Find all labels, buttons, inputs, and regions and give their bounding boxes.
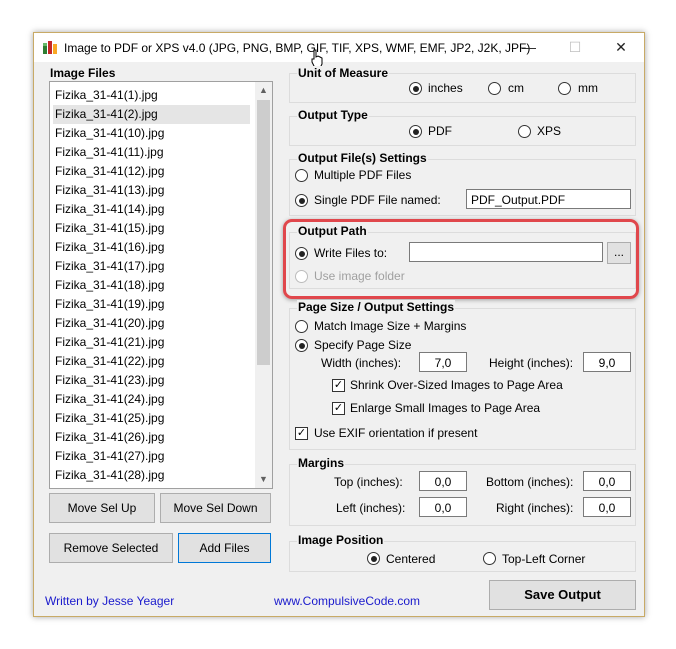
multiple-pdf-label: Multiple PDF Files	[314, 168, 412, 182]
image-files-list[interactable]: Fizika_31-41(1).jpg Fizika_31-41(2).jpg Fi…	[49, 81, 273, 489]
xps-label: XPS	[537, 124, 562, 138]
list-item[interactable]: Fizika_31-41(18).jpg	[55, 276, 164, 295]
exif-checkbox[interactable]: ✓	[295, 427, 308, 440]
move-sel-up-button[interactable]: Move Sel Up	[49, 493, 155, 523]
inches-label: inches	[428, 81, 463, 95]
radio-mm[interactable]	[558, 82, 571, 95]
right-margin-field[interactable]: 0,0	[583, 497, 631, 517]
height-label: Height (inches):	[489, 356, 574, 370]
list-item[interactable]: Fizika_31-41(26).jpg	[55, 428, 164, 447]
add-files-button[interactable]: Add Files	[178, 533, 271, 563]
list-item[interactable]: Fizika_31-41(16).jpg	[55, 238, 164, 257]
list-item[interactable]: Fizika_31-41(19).jpg	[55, 295, 164, 314]
width-label: Width (inches):	[321, 356, 402, 370]
remove-selected-button[interactable]: Remove Selected	[49, 533, 173, 563]
radio-pdf[interactable]	[409, 125, 422, 138]
app-window: Image to PDF or XPS v4.0 (JPG, PNG, BMP,…	[33, 32, 645, 617]
top-margin-field[interactable]: 0,0	[419, 471, 467, 491]
app-icon	[43, 41, 57, 54]
window-title: Image to PDF or XPS v4.0 (JPG, PNG, BMP,…	[64, 41, 531, 55]
top-margin-label: Top (inches):	[334, 475, 403, 489]
cm-label: cm	[508, 81, 524, 95]
title-bar[interactable]: Image to PDF or XPS v4.0 (JPG, PNG, BMP,…	[34, 33, 644, 69]
list-item[interactable]: Fizika_31-41(10).jpg	[55, 124, 164, 143]
radio-specify-page-size[interactable]	[295, 339, 308, 352]
scroll-down-icon[interactable]: ▼	[255, 471, 272, 488]
scroll-up-icon[interactable]: ▲	[255, 82, 272, 99]
right-margin-label: Right (inches):	[496, 501, 574, 515]
radio-top-left-corner[interactable]	[483, 552, 496, 565]
radio-xps[interactable]	[518, 125, 531, 138]
image-files-label: Image Files	[50, 66, 116, 80]
top-left-corner-label: Top-Left Corner	[502, 552, 586, 566]
scroll-thumb[interactable]	[257, 100, 270, 365]
radio-centered[interactable]	[367, 552, 380, 565]
maximize-button: ☐	[552, 33, 598, 62]
margins-title: Margins	[297, 456, 346, 470]
list-item[interactable]: Fizika_31-41(20).jpg	[55, 314, 164, 333]
list-item[interactable]: Fizika_31-41(15).jpg	[55, 219, 164, 238]
list-item[interactable]: Fizika_31-41(21).jpg	[55, 333, 164, 352]
shrink-checkbox[interactable]: ✓	[332, 379, 345, 392]
exif-label: Use EXIF orientation if present	[314, 426, 478, 440]
list-item[interactable]: Fizika_31-41(17).jpg	[55, 257, 164, 276]
match-image-size-label: Match Image Size + Margins	[314, 319, 467, 333]
radio-multiple-pdf[interactable]	[295, 169, 308, 182]
list-item[interactable]: Fizika_31-41(1).jpg	[55, 86, 158, 105]
output-files-title: Output File(s) Settings	[297, 151, 428, 165]
width-field[interactable]: 7,0	[419, 352, 467, 372]
list-item[interactable]: Fizika_31-41(13).jpg	[55, 181, 164, 200]
radio-inches[interactable]	[409, 82, 422, 95]
enlarge-checkbox[interactable]: ✓	[332, 402, 345, 415]
list-scrollbar[interactable]: ▲ ▼	[255, 82, 272, 488]
save-output-button[interactable]: Save Output	[489, 580, 636, 610]
list-item[interactable]: Fizika_31-41(23).jpg	[55, 371, 164, 390]
website-link[interactable]: www.CompulsiveCode.com	[274, 594, 420, 608]
list-item[interactable]: Fizika_31-41(22).jpg	[55, 352, 164, 371]
shrink-label: Shrink Over-Sized Images to Page Area	[350, 378, 563, 392]
list-item[interactable]: Fizika_31-41(25).jpg	[55, 409, 164, 428]
bottom-margin-label: Bottom (inches):	[486, 475, 574, 489]
mm-label: mm	[578, 81, 598, 95]
centered-label: Centered	[386, 552, 436, 566]
radio-cm[interactable]	[488, 82, 501, 95]
page-size-title: Page Size / Output Settings	[297, 300, 456, 314]
pdf-label: PDF	[428, 124, 452, 138]
radio-single-pdf[interactable]	[295, 194, 308, 207]
list-item[interactable]: Fizika_31-41(11).jpg	[55, 143, 164, 162]
left-margin-label: Left (inches):	[336, 501, 406, 515]
single-pdf-label: Single PDF File named:	[314, 193, 441, 207]
list-item[interactable]: Fizika_31-41(12).jpg	[55, 162, 164, 181]
list-item[interactable]: Fizika_31-41(28).jpg	[55, 466, 164, 485]
radio-match-image-size[interactable]	[295, 320, 308, 333]
list-item[interactable]: Fizika_31-41(27).jpg	[55, 447, 164, 466]
output-type-title: Output Type	[297, 108, 369, 122]
specify-page-size-label: Specify Page Size	[314, 338, 412, 352]
left-margin-field[interactable]: 0,0	[419, 497, 467, 517]
height-field[interactable]: 9,0	[583, 352, 631, 372]
move-sel-down-button[interactable]: Move Sel Down	[160, 493, 271, 523]
author-link[interactable]: Written by Jesse Yeager	[45, 594, 174, 608]
minimize-icon: —	[522, 39, 536, 55]
close-icon: ✕	[615, 39, 627, 55]
output-path-highlight	[283, 219, 639, 299]
list-item[interactable]: Fizika_31-41(2).jpg	[53, 105, 250, 124]
enlarge-label: Enlarge Small Images to Page Area	[350, 401, 541, 415]
list-item[interactable]: Fizika_31-41(24).jpg	[55, 390, 164, 409]
maximize-icon: ☐	[568, 39, 582, 55]
list-item[interactable]: Fizika_31-41(14).jpg	[55, 200, 164, 219]
pdf-filename-field[interactable]: PDF_Output.PDF	[466, 189, 631, 209]
close-button[interactable]: ✕	[598, 33, 644, 62]
minimize-button[interactable]: —	[506, 33, 552, 62]
bottom-margin-field[interactable]: 0,0	[583, 471, 631, 491]
unit-of-measure-title: Unit of Measure	[297, 66, 390, 80]
image-position-title: Image Position	[297, 533, 385, 547]
